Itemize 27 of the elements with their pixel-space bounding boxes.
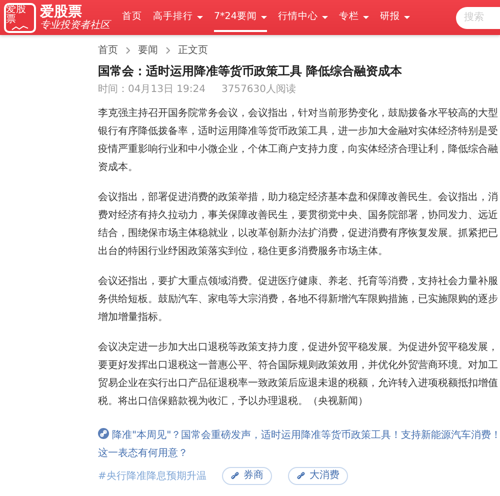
nav-tab[interactable]: 专栏 [338, 0, 369, 35]
article-paragraph: 会议还指出，要扩大重点领域消费。促进医疗健康、养老、托育等消费，支持社会力量补服务供给短板。鼓励汽车、家电等大宗消费，各地不得新增汽车限购措施，已实施限购的逐步增加增量指标。 [98, 274, 499, 325]
chevron-icon [166, 47, 170, 54]
nav-tab[interactable]: 7*24要闻 [214, 0, 267, 35]
article-meta: 3757630人阅读 [221, 82, 296, 97]
breadcrumb-link[interactable]: 首页 [98, 43, 118, 58]
tag-pill[interactable]: 大消费 [288, 467, 348, 485]
related-article-link[interactable]: 降准"本周见"？国常会重磅发声，适时运用降准等货币政策工具！支持新能源汽车消费！这一表态有何用意？ [98, 427, 500, 463]
site-name[interactable]: 爱股票 [40, 4, 110, 20]
topic-tag[interactable]: #央行降准降息预期升温 [98, 468, 206, 484]
link-icon [231, 472, 240, 480]
article-paragraph: 李克强主持召开国务院常务会议，会议指出，针对当前形势变化，鼓励拨备水平较高的大型银行有序降低拨备率，适时运用降准等货币政策工具，进一步加大金融对实体经济特别是受疫情严重影响行业和中小微企业，个体工商户支持力度，向实体经济合理让利，降低综合融资成本。 [98, 106, 499, 175]
nav-tab[interactable]: 研报 [380, 0, 410, 35]
link-icon [297, 472, 306, 480]
breadcrumb-link[interactable]: 要闻 [138, 43, 158, 58]
article-meta: 时间：04月13日 19:24 [98, 82, 206, 97]
site-slogan: 专业投资者社区 [40, 20, 110, 31]
chevron-icon [126, 47, 130, 54]
breadcrumb-link[interactable]: 正文页 [178, 43, 208, 58]
nav-tab[interactable]: 高手排行 [153, 0, 203, 35]
article-title: 国常会：适时运用降准等货币政策工具 降低综合融资成本 [98, 63, 404, 80]
article-paragraph: 会议指出，部署促进消费的政策举措，助力稳定经济基本盘和保障改善民生。会议指出，消费对经济有持久拉动力，事关保障改善民生，要贯彻党中央、国务院部署，协同发力、远近结合，围绕保市场主体稳就业，以改革创新办法扩消费，促进消费有序恢复发展。抓紧把已出台的特困行业纾困政策落实到位，稳住更多消费服务市场主体。 [98, 190, 499, 259]
link-icon [98, 428, 109, 439]
nav-tab[interactable]: 首页 [122, 0, 142, 35]
nav-tab[interactable]: 行情中心 [278, 0, 328, 35]
tag-pill[interactable]: 券商 [222, 467, 272, 485]
article-paragraph: 会议决定进一步加大出口退税等政策支持力度，促进外贸平稳发展。为促进外贸平稳发展，要更好发挥出口退税这一普惠公平、符合国际规则政策效用，并优化外贸营商环境。对加工贸易企业在实行出口产品征退税率一致政策后应退未退的税额，允许转入进项税额抵扣增值税。将出口信保赔款视为收汇，予以办理退税。（央视新闻） [98, 340, 499, 409]
